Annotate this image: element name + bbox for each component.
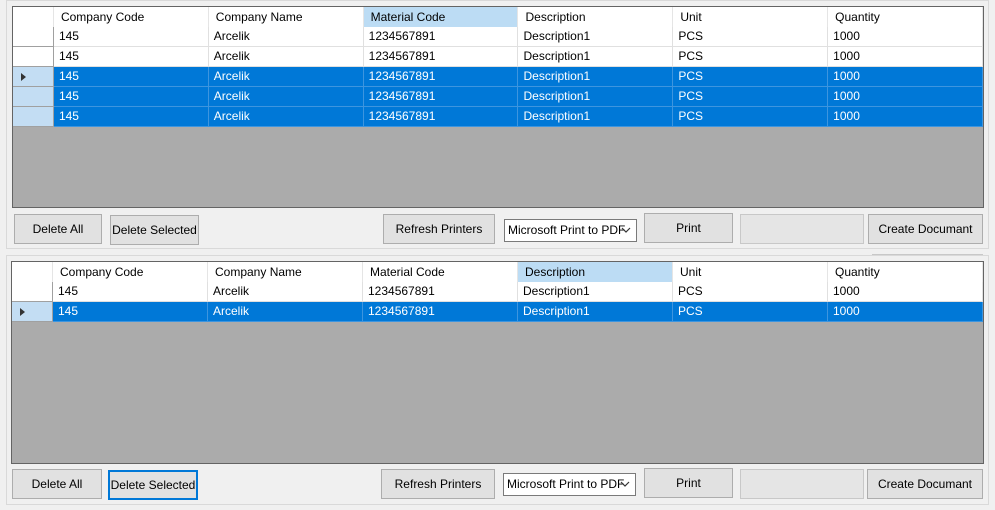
cell-material-code[interactable]: 1234567891 bbox=[363, 282, 518, 302]
create-document-button[interactable]: Create Documant bbox=[868, 214, 983, 244]
table-row[interactable]: 145 Arcelik 1234567891 Description1 PCS 1000 bbox=[13, 47, 983, 67]
cell-material-code[interactable]: 1234567891 bbox=[363, 302, 518, 322]
cell-company-name[interactable]: Arcelik bbox=[208, 282, 363, 302]
cell-material-code[interactable]: 1234567891 bbox=[363, 67, 519, 87]
current-row-arrow-icon bbox=[21, 73, 26, 81]
current-row-arrow-icon bbox=[20, 308, 25, 316]
column-header-quantity[interactable]: Quantity bbox=[828, 7, 983, 27]
column-header-company-name[interactable]: Company Name bbox=[209, 7, 364, 27]
column-header-unit[interactable]: Unit bbox=[673, 7, 829, 27]
blank-button[interactable] bbox=[740, 214, 864, 244]
column-header-material-code[interactable]: Material Code bbox=[363, 7, 519, 27]
cell-description[interactable]: Description1 bbox=[518, 47, 674, 67]
cell-company-code[interactable]: 145 bbox=[53, 87, 209, 107]
cell-quantity[interactable]: 1000 bbox=[828, 87, 983, 107]
cell-description[interactable]: Description1 bbox=[518, 302, 673, 322]
cell-quantity[interactable]: 1000 bbox=[828, 107, 983, 127]
delete-selected-button[interactable]: Delete Selected bbox=[110, 215, 199, 245]
row-header-corner[interactable] bbox=[12, 262, 53, 282]
cell-unit[interactable]: PCS bbox=[673, 87, 829, 107]
column-header-material-code[interactable]: Material Code bbox=[363, 262, 518, 282]
printer-select[interactable]: Microsoft Print to PDF bbox=[504, 219, 637, 242]
cell-company-name[interactable]: Arcelik bbox=[208, 47, 364, 67]
delete-all-button[interactable]: Delete All bbox=[12, 469, 102, 499]
table-row[interactable]: 145 Arcelik 1234567891 Description1 PCS 1000 bbox=[13, 67, 983, 87]
cell-unit[interactable]: PCS bbox=[673, 107, 829, 127]
column-header-company-name[interactable]: Company Name bbox=[208, 262, 363, 282]
row-header[interactable] bbox=[12, 282, 53, 302]
cell-company-code[interactable]: 145 bbox=[53, 27, 209, 47]
printer-select-value: Microsoft Print to PDF bbox=[507, 477, 625, 491]
blank-button[interactable] bbox=[740, 469, 864, 499]
cell-quantity[interactable]: 1000 bbox=[828, 27, 983, 47]
column-header-quantity[interactable]: Quantity bbox=[828, 262, 983, 282]
panel-2: Company Code Company Name Material Code Des… bbox=[6, 255, 989, 505]
row-header[interactable] bbox=[13, 27, 54, 47]
cell-quantity[interactable]: 1000 bbox=[828, 302, 983, 322]
delete-selected-button[interactable]: Delete Selected bbox=[108, 470, 198, 500]
cell-unit[interactable]: PCS bbox=[673, 67, 829, 87]
row-header[interactable] bbox=[13, 67, 54, 87]
print-button[interactable]: Print bbox=[644, 213, 733, 243]
cell-material-code[interactable]: 1234567891 bbox=[363, 87, 519, 107]
data-grid-1[interactable]: Company Code Company Name Material Code Des… bbox=[12, 6, 984, 208]
row-header[interactable] bbox=[13, 87, 54, 107]
refresh-printers-button[interactable]: Refresh Printers bbox=[381, 469, 495, 499]
column-header-description[interactable]: Description bbox=[518, 262, 673, 282]
cell-company-name[interactable]: Arcelik bbox=[208, 27, 364, 47]
cell-description[interactable]: Description1 bbox=[518, 27, 674, 47]
chevron-down-icon bbox=[620, 481, 630, 487]
cell-description[interactable]: Description1 bbox=[518, 107, 674, 127]
data-grid-2[interactable]: Company Code Company Name Material Code Des… bbox=[11, 261, 984, 464]
cell-unit[interactable]: PCS bbox=[673, 302, 828, 322]
cell-company-code[interactable]: 145 bbox=[53, 47, 209, 67]
cell-description[interactable]: Description1 bbox=[518, 282, 673, 302]
cell-quantity[interactable]: 1000 bbox=[828, 282, 983, 302]
printer-select[interactable]: Microsoft Print to PDF bbox=[503, 473, 636, 496]
column-header-company-code[interactable]: Company Code bbox=[53, 262, 208, 282]
cell-company-name[interactable]: Arcelik bbox=[208, 302, 363, 322]
cell-material-code[interactable]: 1234567891 bbox=[363, 107, 519, 127]
chevron-down-icon bbox=[621, 227, 631, 233]
table-row[interactable]: 145 Arcelik 1234567891 Description1 PCS 1000 bbox=[13, 107, 983, 127]
row-header-corner[interactable] bbox=[13, 7, 54, 27]
column-header-unit[interactable]: Unit bbox=[673, 262, 828, 282]
cell-quantity[interactable]: 1000 bbox=[828, 47, 983, 67]
grid-header: Company Code Company Name Material Code Des… bbox=[12, 262, 983, 283]
delete-all-button[interactable]: Delete All bbox=[14, 214, 102, 244]
row-header[interactable] bbox=[13, 107, 54, 127]
printer-select-value: Microsoft Print to PDF bbox=[508, 223, 626, 237]
cell-company-code[interactable]: 145 bbox=[53, 302, 208, 322]
column-header-company-code[interactable]: Company Code bbox=[54, 7, 209, 27]
cell-company-name[interactable]: Arcelik bbox=[208, 67, 364, 87]
cell-unit[interactable]: PCS bbox=[673, 282, 828, 302]
refresh-printers-button[interactable]: Refresh Printers bbox=[383, 214, 495, 244]
cell-unit[interactable]: PCS bbox=[673, 47, 829, 67]
row-header[interactable] bbox=[13, 47, 54, 67]
table-row[interactable]: 145 Arcelik 1234567891 Description1 PCS 1000 bbox=[12, 282, 983, 302]
create-document-button[interactable]: Create Documant bbox=[867, 469, 983, 499]
cell-material-code[interactable]: 1234567891 bbox=[363, 27, 519, 47]
panel-1: Company Code Company Name Material Code Des… bbox=[6, 0, 989, 249]
table-row[interactable]: 145 Arcelik 1234567891 Description1 PCS 1000 bbox=[13, 27, 983, 47]
cell-material-code[interactable]: 1234567891 bbox=[363, 47, 519, 67]
cell-quantity[interactable]: 1000 bbox=[828, 67, 983, 87]
cell-company-code[interactable]: 145 bbox=[53, 67, 209, 87]
column-header-description[interactable]: Description bbox=[518, 7, 674, 27]
table-row[interactable]: 145 Arcelik 1234567891 Description1 PCS 1000 bbox=[13, 87, 983, 107]
row-header[interactable] bbox=[12, 302, 53, 322]
cell-company-name[interactable]: Arcelik bbox=[208, 87, 364, 107]
table-row[interactable]: 145 Arcelik 1234567891 Description1 PCS 1000 bbox=[12, 302, 983, 322]
print-button[interactable]: Print bbox=[644, 468, 733, 498]
cell-description[interactable]: Description1 bbox=[518, 67, 674, 87]
cell-company-code[interactable]: 145 bbox=[53, 107, 209, 127]
cell-description[interactable]: Description1 bbox=[518, 87, 674, 107]
cell-unit[interactable]: PCS bbox=[673, 27, 829, 47]
grid-header: Company Code Company Name Material Code Des… bbox=[13, 7, 983, 28]
cell-company-code[interactable]: 145 bbox=[53, 282, 208, 302]
cell-company-name[interactable]: Arcelik bbox=[208, 107, 364, 127]
